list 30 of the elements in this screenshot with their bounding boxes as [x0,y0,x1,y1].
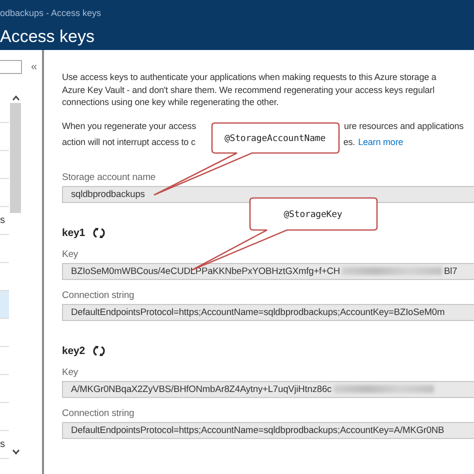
note-text: When you regenerate your access [62,120,196,133]
menu-item[interactable] [0,291,9,319]
key-field[interactable]: DefaultEndpointsProtocol=https;AccountName=sqldbprodbackups;AccountKey=A/MKGr0NB [62,422,474,438]
field-label: Connection string [62,290,136,300]
key-field[interactable]: BZIoSeM0mWBCous/4eCUDLPPaKKNbePxYOBHztGXmfg+f+CH Bl7 [62,262,474,280]
scroll-down-icon[interactable] [12,449,20,455]
search-field[interactable] [0,60,22,74]
intro-text: Use access keys to authenticate your applications when making requests to this Azure storage a [62,71,438,84]
breadcrumb[interactable]: odbackups - Access keys [0,8,102,18]
key-field[interactable]: DefaultEndpointsProtocol=https;AccountName=sqldbprodbackups;AccountKey=BZIoSeM0m [62,304,474,320]
note-text: ure resources and applications [344,120,464,133]
field-label: Connection string [62,408,136,418]
refresh-icon[interactable] [92,226,105,238]
refresh-icon[interactable] [92,344,105,356]
blade-title: Access keys [0,27,94,47]
note-text: action will not interrupt access to c [62,136,196,149]
account-name-field[interactable]: sqldbprodbackups [62,186,474,202]
scrollbar-thumb[interactable] [10,103,21,213]
intro-text: connections using one key while regenerating the other. [62,96,280,108]
note-text: es. [343,136,356,148]
field-label: Storage account name [62,172,157,182]
field-label: Key [62,248,80,260]
scroll-up-icon[interactable] [12,95,20,101]
key-field[interactable]: A/MKGr0NBqaX2ZyVBS/BHfONmbAr8Z4Aytny+L7uqVjiHtnz86c [62,380,474,398]
intro-text: Azure Key Vault - and don't share them. We recommend regenerating your access keys regularl [62,84,436,96]
key-heading: key1 [62,226,85,238]
key-heading: key2 [62,344,85,356]
collapse-button[interactable]: « [31,61,38,73]
learn-more-link[interactable]: Learn more [358,134,404,150]
field-label: Key [62,366,80,378]
